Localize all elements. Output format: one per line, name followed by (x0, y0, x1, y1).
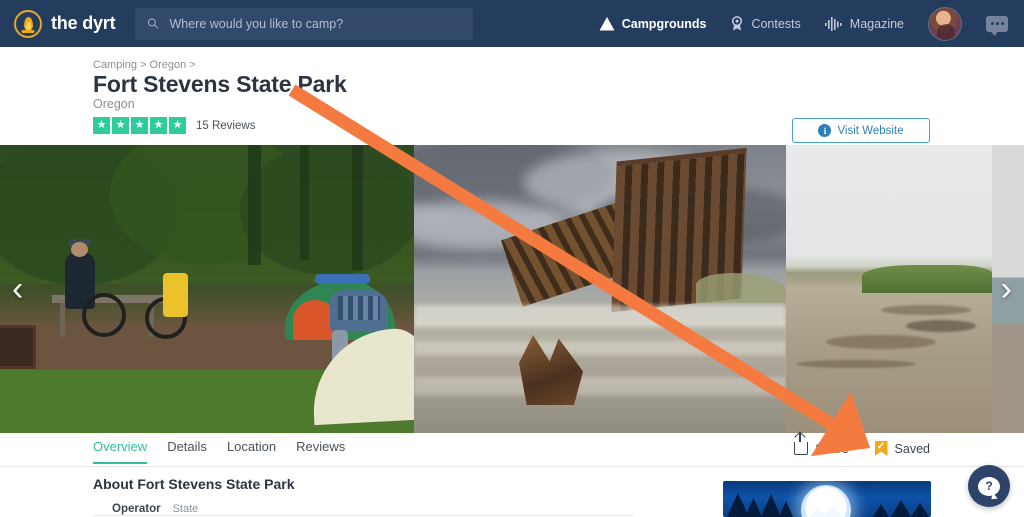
gallery-prev-arrow[interactable]: ‹ (12, 272, 23, 306)
nav-item-contests[interactable]: Contests (730, 16, 801, 31)
dune (696, 273, 786, 303)
top-navigation-bar: the dyrt Campgrounds Contests (0, 0, 1024, 47)
section-divider (93, 515, 633, 516)
rating-row: ★ ★ ★ ★ ★ 15 Reviews (93, 117, 255, 134)
award-ribbon-icon (732, 16, 743, 31)
fire-ring (0, 325, 36, 369)
promo-image[interactable] (723, 481, 931, 517)
brand-name: the dyrt (51, 13, 116, 33)
audio-bars-icon (824, 16, 842, 31)
campground-header: Camping > Oregon > Fort Stevens State Pa… (0, 47, 1024, 178)
avatar[interactable] (928, 6, 962, 41)
page-subtitle: Oregon (93, 97, 135, 111)
nav-item-contests-label: Contests (751, 16, 801, 31)
saved-label: Saved (894, 441, 930, 456)
info-icon: i (818, 124, 832, 137)
star-icon: ★ (150, 117, 167, 134)
nav-item-magazine[interactable]: Magazine (824, 16, 904, 31)
gallery-photo-1[interactable]: ‹ (0, 145, 414, 433)
share-icon (794, 433, 809, 455)
nav-item-campgrounds-label: Campgrounds (621, 16, 707, 31)
flame-logo-icon (14, 9, 42, 38)
star-icon: ★ (131, 117, 148, 134)
page-title: Fort Stevens State Park (93, 71, 347, 97)
shipwreck-photo (414, 145, 786, 433)
brand-logo[interactable]: the dyrt (14, 9, 116, 38)
yellow-pannier (163, 273, 188, 317)
nav-item-campgrounds[interactable]: Campgrounds (599, 16, 707, 31)
tree-silhouettes (723, 493, 931, 517)
gallery-photo-3[interactable] (786, 145, 992, 433)
content-tab-bar: Overview Details Location Reviews Share … (0, 433, 1024, 467)
tent-icon (599, 16, 615, 30)
operator-row: Operator State (112, 503, 198, 515)
help-button[interactable]: ? (968, 465, 1010, 507)
tab-details[interactable]: Details (167, 439, 207, 464)
tab-overview[interactable]: Overview (93, 439, 148, 464)
operator-value: State (172, 503, 199, 515)
tan-tent (309, 326, 414, 426)
search-icon (148, 18, 159, 29)
visit-website-label: Visit Website (837, 124, 904, 137)
campsite-photo (0, 145, 414, 433)
tab-reviews[interactable]: Reviews (296, 439, 345, 464)
operator-label: Operator (112, 503, 161, 515)
person-bending (330, 290, 388, 372)
star-icon: ★ (169, 117, 186, 134)
tab-list: Overview Details Location Reviews (93, 439, 345, 464)
beach-photo (786, 145, 992, 433)
nav-item-magazine-label: Magazine (849, 16, 904, 31)
tab-actions: Share ✓ Saved (794, 433, 930, 456)
tab-location[interactable]: Location (227, 439, 276, 464)
message-bubble-icon[interactable] (986, 15, 1008, 36)
star-icon: ★ (112, 117, 129, 134)
share-label: Share (815, 441, 849, 456)
share-button[interactable]: Share (794, 433, 849, 456)
about-heading: About Fort Stevens State Park (93, 476, 295, 492)
bookmark-check-icon: ✓ (874, 441, 888, 456)
visit-website-button[interactable]: i Visit Website (792, 118, 930, 143)
reviews-count[interactable]: 15 Reviews (196, 120, 255, 132)
photo-gallery: ‹ Share Image › (0, 145, 1024, 433)
star-rating: ★ ★ ★ ★ ★ (93, 117, 186, 134)
grassy-dune (862, 265, 992, 293)
star-icon: ★ (93, 117, 110, 134)
breadcrumb[interactable]: Camping > Oregon > (93, 59, 196, 71)
saved-button[interactable]: ✓ Saved (874, 441, 930, 456)
gallery-photo-2[interactable]: Share Image (414, 145, 786, 433)
nav-links-group: Campgrounds Contests Magazine (599, 6, 1008, 41)
search-input[interactable] (169, 16, 462, 31)
help-question-icon: ? (978, 476, 1000, 496)
search-bar[interactable] (135, 7, 474, 40)
gallery-next-arrow[interactable]: › (1001, 272, 1012, 306)
gallery-photo-4[interactable]: › (992, 145, 1024, 433)
